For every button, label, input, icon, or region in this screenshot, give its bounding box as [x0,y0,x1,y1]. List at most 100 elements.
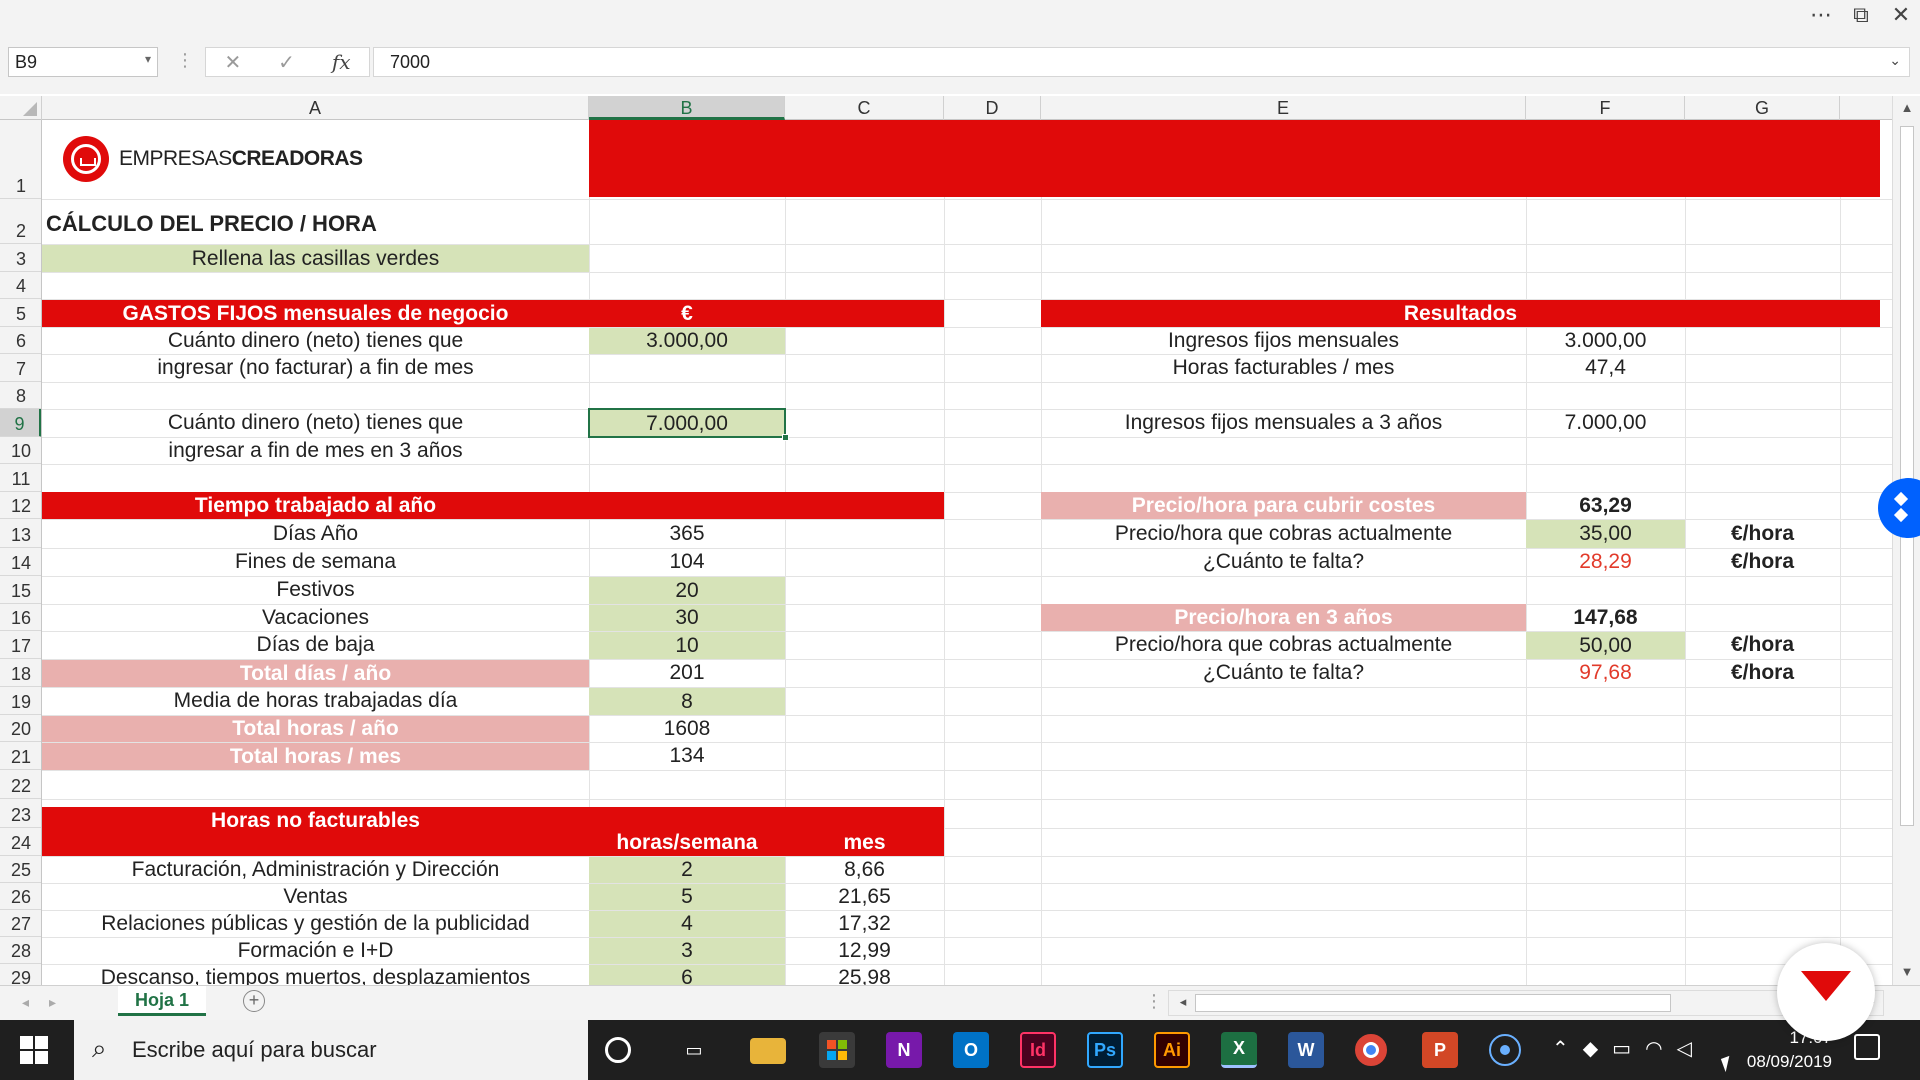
column-header-d[interactable]: D [944,96,1041,120]
cobras2-input[interactable]: 50,00 [1526,632,1685,659]
unit-label: €/hora [1730,633,1795,656]
store-icon[interactable] [819,1032,855,1068]
row-header[interactable]: 28 [0,937,41,964]
active-cell-b9[interactable] [588,408,789,441]
expand-formula-bar-icon[interactable]: ⌄ [1889,52,1901,69]
no-facturable-input[interactable]: 3 [589,938,785,964]
indesign-icon[interactable]: Id [1020,1032,1056,1068]
media-icon[interactable] [1489,1034,1521,1066]
row-header[interactable]: 7 [0,354,41,382]
restore-window-icon[interactable]: ⧉ [1848,2,1874,28]
tiempo-input[interactable]: 20 [589,577,785,604]
illustrator-icon[interactable]: Ai [1154,1032,1190,1068]
vertical-scroll-thumb[interactable] [1900,126,1914,826]
row-header[interactable]: 12 [0,492,41,519]
column-header-b[interactable]: B [589,96,785,120]
row-header[interactable]: 10 [0,437,41,464]
row-header[interactable]: 2 [0,199,41,244]
row-header[interactable]: 15 [0,576,41,604]
falta1-label: ¿Cuánto te falta? [1202,550,1365,573]
row-header[interactable]: 13 [0,519,41,548]
column-header-g[interactable]: G [1685,96,1840,120]
taskbar-search[interactable]: ⌕ Escribe aquí para buscar [74,1020,588,1080]
cobras1-input[interactable]: 35,00 [1526,520,1685,548]
row-header[interactable]: 6 [0,327,41,354]
row-header[interactable]: 14 [0,548,41,576]
photoshop-icon[interactable]: Ps [1087,1032,1123,1068]
chevron-up-icon[interactable]: ⌃ [1552,1036,1569,1061]
sheet-nav-arrows-icon[interactable]: ◂▸ [22,994,76,1011]
row-header[interactable]: 4 [0,272,41,299]
row-header[interactable]: 1 [0,120,41,199]
tiempo-input[interactable]: 10 [589,632,785,659]
excel-icon[interactable]: X [1221,1032,1257,1068]
tiempo-input[interactable]: 8 [589,688,785,715]
volume-icon[interactable]: ◁ [1677,1036,1692,1061]
horizontal-scroll-thumb[interactable] [1195,994,1671,1012]
word-icon[interactable]: W [1288,1032,1324,1068]
add-sheet-icon[interactable]: + [243,990,265,1012]
no-facturable-input[interactable]: 2 [589,857,785,883]
select-all-button[interactable] [0,96,42,120]
row-header[interactable]: 9 [0,409,41,437]
row-header[interactable]: 8 [0,382,41,409]
row-header[interactable]: 20 [0,715,41,742]
powerpoint-icon[interactable]: P [1422,1032,1458,1068]
fill-handle[interactable] [782,434,789,441]
scroll-down-icon[interactable]: ▼ [1893,964,1920,979]
more-options-icon[interactable]: ⋯ [1808,2,1834,28]
wifi-icon[interactable]: ◠ [1645,1036,1662,1061]
column-header-c[interactable]: C [785,96,944,120]
row-header[interactable]: 26 [0,883,41,910]
chrome-icon[interactable] [1355,1034,1387,1066]
no-facturable-input[interactable]: 5 [589,884,785,910]
onenote-icon[interactable]: N [886,1032,922,1068]
row-header[interactable]: 25 [0,856,41,883]
confirm-entry-icon[interactable]: ✓ [278,50,295,75]
worksheet-grid[interactable]: EMPRESASCREADORAS CÁLCULO DEL PRECIO / H… [42,120,1892,985]
row-header[interactable]: 18 [0,659,41,687]
file-explorer-icon[interactable] [750,1038,786,1064]
vertical-scrollbar[interactable]: ▲ ▼ [1892,96,1920,985]
outlook-icon[interactable]: O [953,1032,989,1068]
scroll-up-icon[interactable]: ▲ [1893,100,1920,115]
search-placeholder: Escribe aquí para buscar [132,1037,377,1062]
column-header-a[interactable]: A [42,96,589,120]
row-header[interactable]: 21 [0,742,41,770]
close-icon[interactable]: ✕ [1888,2,1914,28]
row-header[interactable]: 11 [0,464,41,492]
unit-label: €/hora [1730,550,1795,573]
name-box[interactable]: B9 ▾ [8,47,158,77]
chevron-down-icon[interactable]: ▾ [145,52,151,66]
no-facturable-input[interactable]: 6 [589,965,785,985]
task-view-icon[interactable]: ▭ [676,1032,712,1068]
formula-input[interactable]: 7000 ⌄ [373,47,1910,77]
row-header[interactable]: 23 [0,799,41,828]
tiempo-label: Fines de semana [234,550,397,573]
battery-icon[interactable]: ▭ [1612,1036,1631,1061]
column-header-f[interactable]: F [1526,96,1685,120]
cortana-icon[interactable] [605,1037,631,1063]
row-header[interactable]: 27 [0,910,41,937]
sheet-tab-hoja1[interactable]: Hoja 1 [118,986,206,1016]
name-box-value: B9 [15,52,38,72]
row-header[interactable]: 24 [0,828,41,856]
cancel-entry-icon[interactable]: ✕ [224,50,241,75]
row-header[interactable]: 16 [0,604,41,631]
row-header[interactable]: 17 [0,631,41,659]
tiempo-input[interactable]: 30 [589,605,785,631]
row-header[interactable]: 19 [0,687,41,715]
windows-start-icon[interactable] [20,1036,48,1064]
no-facturable-input[interactable]: 4 [589,911,785,937]
scroll-left-icon[interactable]: ◂ [1169,994,1197,1010]
row-header[interactable]: 3 [0,244,41,272]
dropbox-tray-icon[interactable]: ◆ [1583,1036,1598,1061]
tab-split-handle-icon[interactable]: ⋮ [1145,991,1163,1012]
notifications-icon[interactable] [1854,1034,1880,1060]
row-header[interactable]: 29 [0,964,41,985]
column-header-e[interactable]: E [1041,96,1526,120]
insert-function-icon[interactable]: fx [332,50,351,74]
row-header[interactable]: 22 [0,770,41,799]
row-header[interactable]: 5 [0,299,41,327]
gastos-value1-input[interactable]: 3.000,00 [589,328,785,354]
